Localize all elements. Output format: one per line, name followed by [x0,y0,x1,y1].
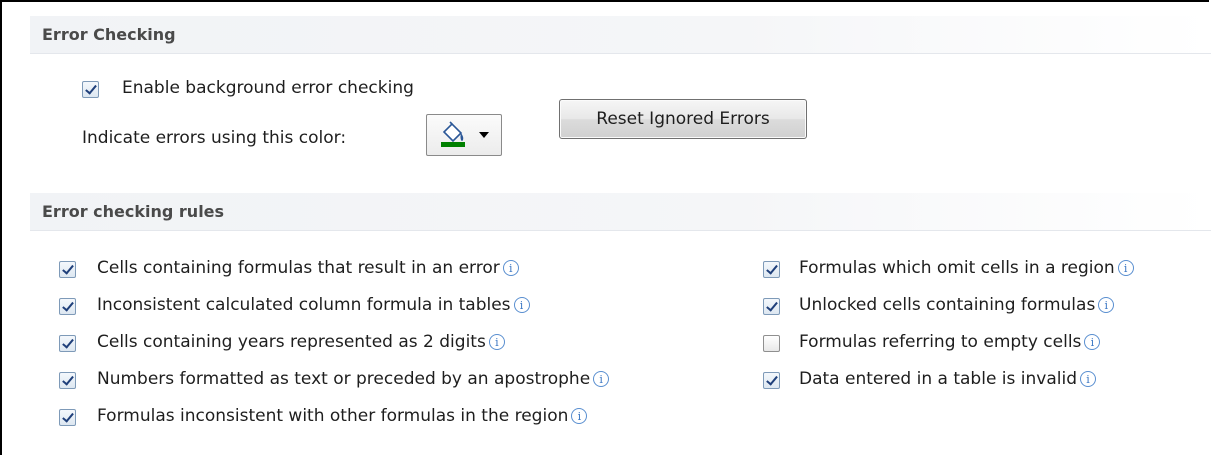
info-icon[interactable]: i [488,334,505,350]
error-color-picker[interactable] [426,114,502,156]
chevron-down-icon [479,132,489,138]
reset-ignored-errors-button[interactable]: Reset Ignored Errors [559,99,807,139]
rule-label-text: Inconsistent calculated column formula i… [97,295,511,315]
rule-checkbox[interactable] [763,261,780,278]
rule-label: Formulas which omit cells in a region i [799,258,1134,278]
info-icon[interactable]: i [502,260,519,276]
rule-label-text: Formulas which omit cells in a region [799,258,1115,278]
rule-label: Numbers formatted as text or preceded by… [97,369,610,389]
paint-bucket-icon [441,121,465,147]
section-header-error-rules: Error checking rules [30,193,1211,231]
rule-label-text: Formulas inconsistent with other formula… [97,406,569,426]
rule-label-text: Cells containing years represented as 2 … [97,332,486,352]
rule-checkbox[interactable] [59,298,76,315]
rule-label-text: Numbers formatted as text or preceded by… [97,369,591,389]
rule-checkbox[interactable] [763,298,780,315]
enable-background-label: Enable background error checking [122,78,414,98]
rule-label: Cells containing formulas that result in… [97,258,519,278]
rule-label: Formulas inconsistent with other formula… [97,406,588,426]
info-icon[interactable]: i [571,408,588,424]
rule-label: Inconsistent calculated column formula i… [97,295,530,315]
rule-label: Cells containing years represented as 2 … [97,332,505,352]
rule-label-text: Cells containing formulas that result in… [97,258,500,278]
rule-label-text: Unlocked cells containing formulas [799,295,1096,315]
rule-checkbox[interactable] [59,261,76,278]
rule-label-text: Formulas referring to empty cells [799,332,1082,352]
rule-label: Formulas referring to empty cells i [799,332,1101,352]
rule-checkbox[interactable] [59,409,76,426]
section-title: Error checking rules [42,202,225,221]
info-icon[interactable]: i [1080,371,1097,387]
rule-label: Unlocked cells containing formulas i [799,295,1115,315]
indicate-color-label: Indicate errors using this color: [82,128,347,148]
info-icon[interactable]: i [1084,334,1101,350]
enable-background-checkbox[interactable] [82,81,99,98]
info-icon[interactable]: i [593,371,610,387]
rule-checkbox[interactable] [59,335,76,352]
rule-checkbox[interactable] [763,335,780,352]
info-icon[interactable]: i [513,297,530,313]
section-title: Error Checking [42,25,176,44]
section-header-error-checking: Error Checking [30,16,1211,54]
rule-label: Data entered in a table is invalid i [799,369,1097,389]
rule-checkbox[interactable] [763,372,780,389]
info-icon[interactable]: i [1117,260,1134,276]
rule-checkbox[interactable] [59,372,76,389]
rule-label-text: Data entered in a table is invalid [799,369,1078,389]
info-icon[interactable]: i [1098,297,1115,313]
